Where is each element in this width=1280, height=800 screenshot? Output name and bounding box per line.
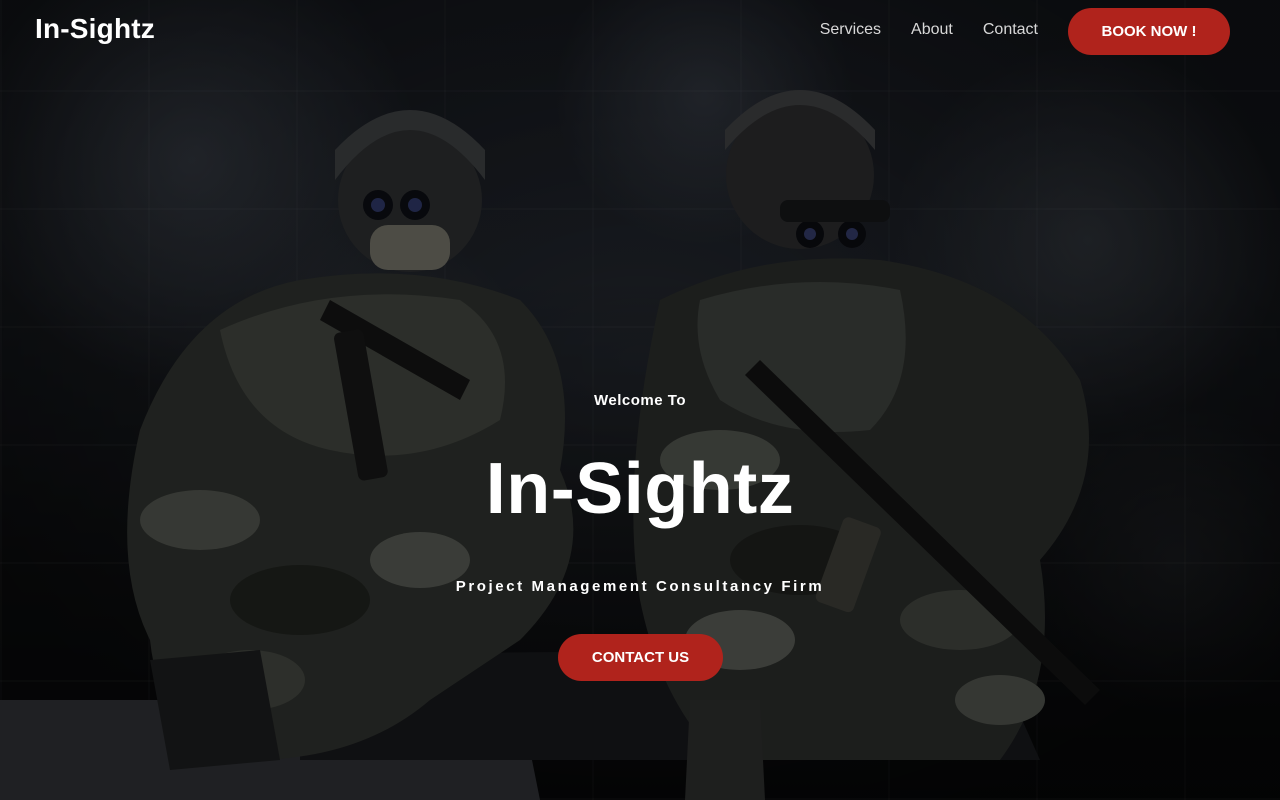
nav-link-about[interactable]: About	[911, 21, 953, 39]
hero-welcome-text: Welcome To	[594, 392, 686, 409]
nav-link-services[interactable]: Services	[820, 21, 881, 39]
main-nav: Services About Contact	[820, 21, 1038, 39]
contact-us-button[interactable]: CONTACT US	[558, 634, 723, 681]
hero-content: Welcome To In-Sightz Project Management …	[0, 0, 1280, 800]
book-now-button[interactable]: BOOK NOW !	[1068, 8, 1230, 55]
nav-link-contact[interactable]: Contact	[983, 21, 1038, 39]
site-header: In-Sightz Services About Contact BOOK NO…	[0, 0, 1280, 62]
hero-title: In-Sightz	[485, 449, 795, 529]
hero-section: In-Sightz Services About Contact BOOK NO…	[0, 0, 1280, 800]
hero-subtitle: Project Management Consultancy Firm	[455, 578, 825, 595]
site-logo[interactable]: In-Sightz	[35, 13, 155, 45]
